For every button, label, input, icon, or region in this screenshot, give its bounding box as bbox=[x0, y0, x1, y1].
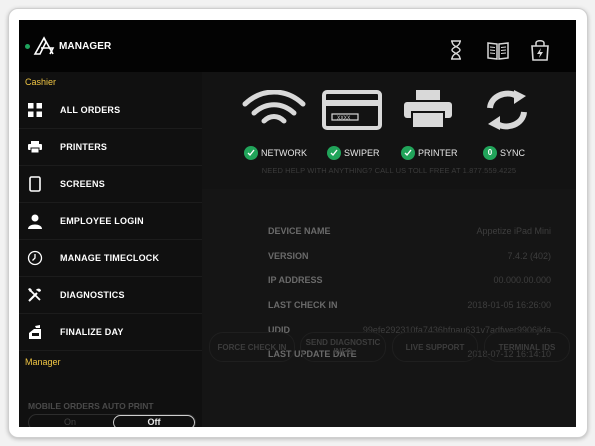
sidebar-item-screens[interactable]: SCREENS bbox=[19, 166, 202, 203]
info-value: 7.4.2 (402) bbox=[507, 251, 551, 261]
live-support-button[interactable]: LIVE SUPPORT bbox=[392, 332, 478, 362]
last-check-in-row: LAST CHECK IN 2018-01-05 16:26:00 bbox=[250, 300, 551, 314]
check-icon bbox=[327, 146, 341, 160]
printer-icon bbox=[404, 90, 452, 129]
auto-print-option-on[interactable]: On bbox=[29, 415, 111, 427]
register-icon bbox=[29, 325, 41, 339]
app-screen: MANAGER Cashier ALL ORDERS PRINTERS SCRE… bbox=[19, 20, 576, 427]
info-key: LAST CHECK IN bbox=[268, 300, 338, 310]
sidebar-item-label: SCREENS bbox=[60, 179, 105, 189]
device-name-row: DEVICE NAME Appetize iPad Mini bbox=[250, 226, 551, 240]
person-icon bbox=[28, 214, 42, 229]
shopping-bag-lightning-icon[interactable] bbox=[528, 38, 552, 62]
sidebar-item-finalize-day[interactable]: FINALIZE DAY bbox=[19, 314, 202, 351]
info-value: 2018-01-05 16:26:00 bbox=[467, 300, 551, 310]
info-value: 00.000.00.000 bbox=[493, 275, 551, 285]
auto-print-toggle: On Off bbox=[28, 414, 196, 427]
auto-print-option-off[interactable]: Off bbox=[113, 415, 195, 427]
info-value: Appetize iPad Mini bbox=[476, 226, 551, 236]
connection-status-dot bbox=[25, 44, 30, 49]
swiper-status-label: SWIPER bbox=[344, 148, 380, 158]
send-diagnostic-info-button[interactable]: SEND DIAGNOSTIC INFO bbox=[300, 332, 386, 362]
app-title: MANAGER bbox=[59, 41, 112, 52]
tablet-icon bbox=[29, 176, 41, 192]
top-bar: MANAGER bbox=[19, 20, 576, 72]
info-key: IP ADDRESS bbox=[268, 275, 323, 285]
sidebar-item-label: MANAGE TIMECLOCK bbox=[60, 253, 160, 263]
wifi-icon bbox=[242, 90, 306, 124]
card-icon: XXXX bbox=[322, 90, 382, 130]
sidebar-item-label: PRINTERS bbox=[60, 142, 108, 152]
force-check-in-button[interactable]: FORCE CHECK IN bbox=[209, 332, 295, 362]
help-text: NEED HELP WITH ANYTHING? CALL US TOLL FR… bbox=[261, 166, 517, 175]
sync-status-label: SYNC bbox=[500, 148, 526, 158]
info-key: VERSION bbox=[268, 251, 309, 261]
sync-count-badge: 0 bbox=[483, 146, 497, 160]
svg-text:XXXX: XXXX bbox=[337, 116, 351, 122]
main-panel: XXXX NETWORK SWIPER PRINTER 0 SYNC NEED … bbox=[202, 72, 576, 427]
printer-status-label: PRINTER bbox=[418, 148, 458, 158]
cashier-section-header: Cashier bbox=[25, 77, 57, 87]
auto-print-label: MOBILE ORDERS AUTO PRINT bbox=[28, 401, 154, 411]
network-status-label: NETWORK bbox=[261, 148, 307, 158]
grid-icon bbox=[28, 103, 42, 117]
sidebar-item-employee-login[interactable]: EMPLOYEE LOGIN bbox=[19, 203, 202, 240]
check-icon bbox=[244, 146, 258, 160]
sidebar-item-printers[interactable]: PRINTERS bbox=[19, 129, 202, 166]
status-panel: XXXX NETWORK SWIPER PRINTER 0 SYNC NEED … bbox=[202, 72, 576, 189]
sidebar-item-diagnostics[interactable]: DIAGNOSTICS bbox=[19, 277, 202, 314]
sidebar-item-label: DIAGNOSTICS bbox=[60, 290, 125, 300]
sidebar-item-label: FINALIZE DAY bbox=[60, 327, 124, 337]
book-icon[interactable] bbox=[486, 38, 510, 62]
check-icon bbox=[401, 146, 415, 160]
tools-icon bbox=[28, 288, 41, 302]
sidebar-item-label: EMPLOYEE LOGIN bbox=[60, 216, 144, 226]
sidebar-item-all-orders[interactable]: ALL ORDERS bbox=[19, 92, 202, 129]
ip-address-row: IP ADDRESS 00.000.00.000 bbox=[250, 275, 551, 289]
sidebar: Cashier ALL ORDERS PRINTERS SCREENS EMPL… bbox=[19, 72, 202, 427]
sidebar-item-label: ALL ORDERS bbox=[60, 105, 121, 115]
info-key: DEVICE NAME bbox=[268, 226, 331, 236]
version-row: VERSION 7.4.2 (402) bbox=[250, 251, 551, 265]
manager-section-header: Manager bbox=[25, 357, 61, 367]
terminal-ids-button[interactable]: TERMINAL IDS bbox=[484, 332, 570, 362]
printer-icon bbox=[28, 141, 42, 154]
clock-icon bbox=[27, 250, 43, 266]
hourglass-icon[interactable] bbox=[444, 38, 468, 62]
sidebar-item-manage-timeclock[interactable]: MANAGE TIMECLOCK bbox=[19, 240, 202, 277]
sync-icon bbox=[487, 90, 527, 130]
appetize-logo-icon bbox=[33, 36, 55, 55]
